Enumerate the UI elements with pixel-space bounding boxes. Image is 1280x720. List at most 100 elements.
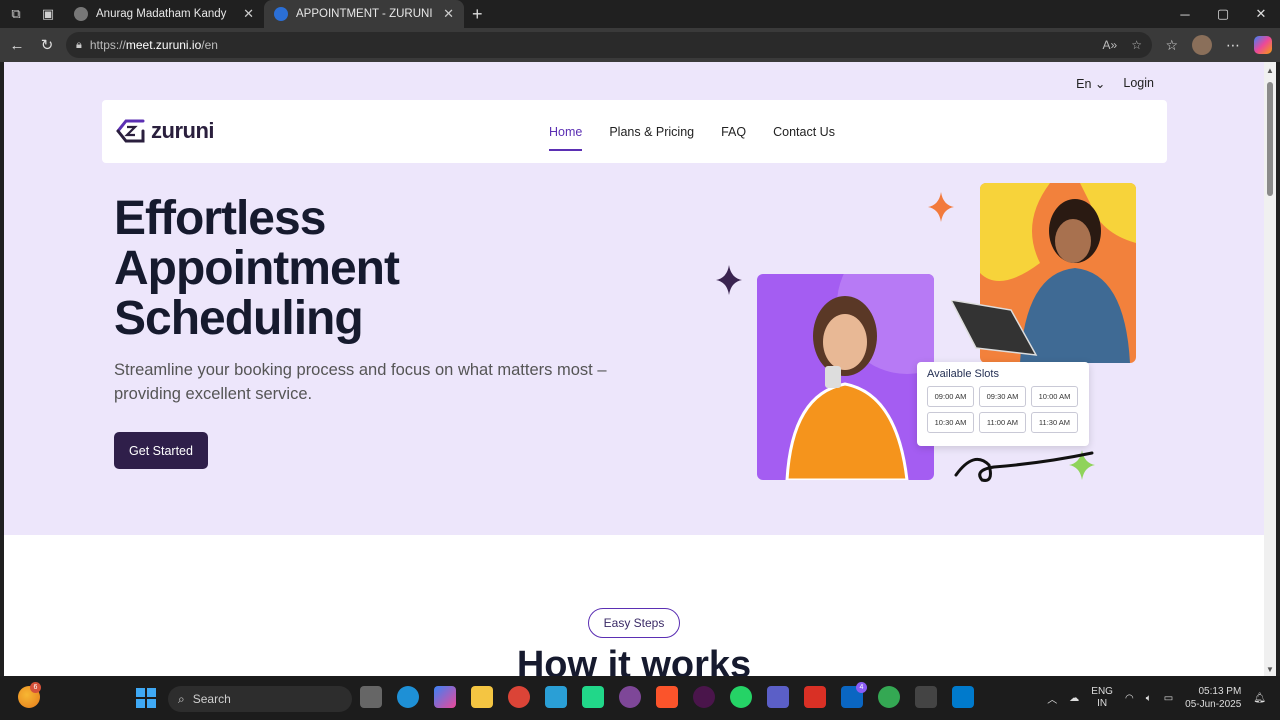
nav-home[interactable]: Home (549, 119, 583, 151)
slack-icon[interactable] (693, 686, 715, 708)
slot-button[interactable]: 10:30 AM (927, 412, 974, 433)
tor-browser-icon[interactable] (619, 686, 641, 708)
profile-avatar[interactable] (1192, 35, 1212, 55)
headline-line-2: Appointment (114, 242, 400, 295)
close-tab-icon[interactable]: ✕ (443, 6, 454, 22)
url-field[interactable]: 🔒︎ https://meet.zuruni.io/en A» ☆ (66, 32, 1152, 58)
laptop-image (951, 300, 1038, 356)
easy-steps-badge: Easy Steps (588, 608, 680, 638)
maximize-icon[interactable]: ▢ (1204, 0, 1242, 28)
tab-title: APPOINTMENT - ZURUNI (296, 8, 433, 20)
tab-title: Anurag Madatham Kandy (96, 8, 227, 20)
page-viewport: En ⌄ Login zuruni Home Plans & Pricing F… (4, 62, 1264, 676)
clock-date: 05-Jun-2025 (1185, 699, 1242, 710)
whatsapp-icon[interactable] (730, 686, 752, 708)
task-view-icon[interactable] (360, 686, 382, 708)
available-slots-card: Available Slots 09:00 AM 09:30 AM 10:00 … (917, 362, 1089, 446)
slot-button[interactable]: 11:30 AM (1031, 412, 1078, 433)
tab-actions-icon[interactable]: ▣ (32, 0, 64, 28)
workspaces-icon[interactable]: ⧉ (0, 0, 32, 28)
scroll-up-icon[interactable]: ▲ (1266, 66, 1274, 75)
get-started-button[interactable]: Get Started (114, 432, 208, 469)
show-hidden-icons-icon[interactable]: ︿ (1047, 691, 1057, 706)
slot-button[interactable]: 11:00 AM (979, 412, 1026, 433)
page-scrollbar[interactable]: ▲ ▼ (1264, 62, 1276, 676)
volume-icon[interactable]: 🔈︎ (1146, 693, 1152, 704)
edge-icon[interactable] (397, 686, 419, 708)
sparkle-orange-icon (928, 192, 954, 222)
hero-illustration: Available Slots 09:00 AM 09:30 AM 10:00 … (716, 180, 1140, 485)
url-path: /en (201, 38, 218, 52)
wifi-icon[interactable]: ◠ (1125, 693, 1134, 704)
site-nav: zuruni Home Plans & Pricing FAQ Contact … (102, 100, 1167, 163)
zuruni-logo[interactable]: zuruni (114, 118, 215, 144)
favorite-star-icon[interactable]: ☆ (1131, 38, 1142, 52)
copilot-app-icon[interactable] (434, 686, 456, 708)
terminal-icon[interactable] (915, 686, 937, 708)
chevron-down-icon: ⌄ (1094, 77, 1106, 91)
language-selector[interactable]: En ⌄ (1076, 76, 1105, 91)
pycharm-icon[interactable] (582, 686, 604, 708)
logo-text: zuruni (151, 118, 215, 143)
remote-desktop-icon[interactable] (545, 686, 567, 708)
zuruni-favicon-icon (274, 7, 288, 21)
scroll-down-icon[interactable]: ▼ (1266, 665, 1274, 674)
slot-button[interactable]: 09:00 AM (927, 386, 974, 407)
notification-badge: 6 (30, 682, 41, 693)
url-host: meet.zuruni.io (125, 38, 202, 52)
refresh-icon[interactable]: ↻ (32, 30, 62, 60)
close-window-icon[interactable]: ✕ (1242, 0, 1280, 28)
copilot-icon[interactable] (1254, 36, 1272, 54)
vscode-icon[interactable] (952, 686, 974, 708)
clock[interactable]: 05:13 PM 05-Jun-2025 (1185, 685, 1241, 711)
woman-with-phone-image (785, 274, 934, 480)
nav-plans-pricing[interactable]: Plans & Pricing (609, 119, 694, 145)
browser-tab-bar: ⧉ ▣ Anurag Madatham Kandy ✕ APPOINTMENT … (0, 0, 1280, 28)
scrollbar-thumb[interactable] (1267, 82, 1273, 196)
slots-title: Available Slots (927, 368, 999, 380)
back-icon[interactable]: ← (2, 30, 32, 60)
hero-section: En ⌄ Login zuruni Home Plans & Pricing F… (4, 62, 1264, 535)
linkedin-icon[interactable]: 4 (841, 682, 867, 708)
headline-line-3: Scheduling (114, 292, 364, 345)
favorites-icon[interactable]: ☆ (1165, 37, 1178, 54)
taskbar-search[interactable]: ⌕ Search (168, 686, 352, 712)
language-label: En (1076, 77, 1092, 91)
minimize-icon[interactable]: ─ (1166, 0, 1204, 28)
windows-start-icon[interactable] (136, 688, 156, 708)
nav-contact-us[interactable]: Contact Us (773, 119, 835, 145)
swirl-decoration (954, 451, 1094, 482)
pdf-reader-icon[interactable] (804, 686, 826, 708)
lang-line-2: IN (1097, 698, 1108, 709)
woman-photo-card (757, 274, 934, 480)
read-aloud-icon[interactable]: A» (1103, 38, 1118, 52)
lock-icon[interactable]: 🔒︎ (76, 39, 82, 52)
new-tab-icon[interactable]: + (472, 4, 483, 25)
address-bar-row: ← ↻ 🔒︎ https://meet.zuruni.io/en A» ☆ ☆ … (0, 28, 1280, 62)
nav-faq[interactable]: FAQ (721, 119, 746, 145)
notification-bell-icon[interactable]: 🔔︎ (1253, 693, 1266, 704)
tab-zuruni[interactable]: APPOINTMENT - ZURUNI ✕ (264, 0, 464, 28)
zuruni-logo-icon (116, 119, 145, 143)
brave-icon[interactable] (656, 686, 678, 708)
login-link[interactable]: Login (1123, 76, 1154, 91)
slot-button[interactable]: 09:30 AM (979, 386, 1026, 407)
teams-icon[interactable] (767, 686, 789, 708)
linkedin-badge: 4 (856, 682, 867, 693)
tab-linkedin[interactable]: Anurag Madatham Kandy ✕ (64, 0, 264, 28)
chrome-icon[interactable] (508, 686, 530, 708)
hero-headline: Effortless Appointment Scheduling (114, 194, 400, 345)
profile-favicon-icon (74, 7, 88, 21)
hero-subtitle: Streamline your booking process and focu… (114, 361, 607, 403)
onedrive-icon[interactable]: ☁ (1069, 693, 1079, 704)
slot-button[interactable]: 10:00 AM (1031, 386, 1078, 407)
clock-time: 05:13 PM (1198, 686, 1242, 697)
chrome-profile-icon[interactable] (878, 686, 900, 708)
more-menu-icon[interactable]: ⋯ (1226, 37, 1240, 54)
sparkle-dark-icon (716, 265, 742, 295)
file-explorer-icon[interactable] (471, 686, 493, 708)
input-language[interactable]: ENG IN (1091, 686, 1113, 710)
search-label: Search (192, 692, 231, 706)
close-tab-icon[interactable]: ✕ (243, 6, 254, 22)
battery-icon[interactable]: ▭ (1164, 693, 1173, 704)
